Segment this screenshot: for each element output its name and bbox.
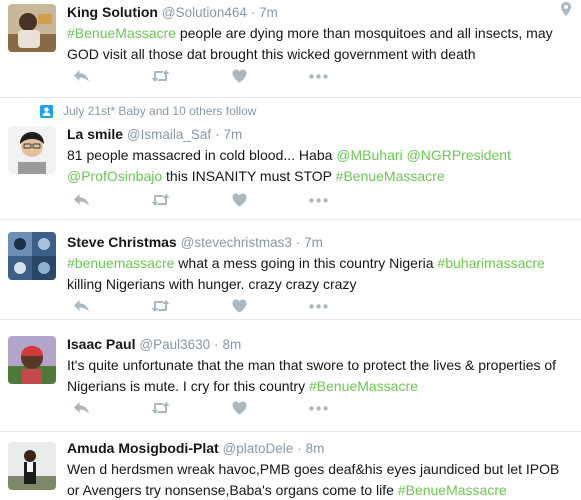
separator-dot: · <box>215 127 220 142</box>
separator-dot: · <box>295 235 301 250</box>
separator-dot: · <box>214 337 219 352</box>
retweet-icon <box>151 70 169 82</box>
more-dots-icon <box>308 197 328 203</box>
tweet[interactable]: Isaac Paul @Paul3630 · 8m It's quite unf… <box>0 320 581 432</box>
user-handle[interactable]: @Solution464 <box>162 5 247 20</box>
tweet[interactable]: King Solution @Solution464 · 7m #BenueMa… <box>0 0 581 98</box>
reply-icon <box>73 194 89 206</box>
display-name[interactable]: King Solution <box>67 4 158 20</box>
retweet-button[interactable] <box>146 296 174 316</box>
avatar[interactable] <box>8 4 56 52</box>
tweet[interactable]: July 21st* Baby and 10 others follow La … <box>0 98 581 220</box>
display-name[interactable]: Isaac Paul <box>67 336 136 352</box>
timestamp[interactable]: 8m <box>306 441 325 456</box>
user-handle[interactable]: @Paul3630 <box>139 337 210 352</box>
more-button[interactable] <box>304 190 332 210</box>
heart-icon <box>232 69 246 83</box>
separator-dot: · <box>297 441 302 456</box>
timestamp[interactable]: 8m <box>222 337 241 352</box>
tweet-text: #BenueMassacre people are dying more tha… <box>67 23 571 65</box>
avatar[interactable] <box>8 126 56 174</box>
retweet-button[interactable] <box>146 66 174 86</box>
tweet-actions <box>67 190 332 210</box>
tweet-text-segment: 81 people massacred in cold blood... Hab… <box>67 147 337 163</box>
reply-icon <box>73 402 89 414</box>
tweet-header: Isaac Paul @Paul3630 · 8m <box>67 334 571 354</box>
heart-icon <box>232 299 246 313</box>
reply-button[interactable] <box>67 398 95 418</box>
like-button[interactable] <box>225 296 253 316</box>
user-handle[interactable]: @Ismaila_Saf <box>127 127 211 142</box>
hashtag-link[interactable]: #BenueMassacre <box>398 482 507 498</box>
tweet-actions <box>67 66 332 86</box>
follow-context[interactable]: July 21st* Baby and 10 others follow <box>40 104 256 118</box>
tweet-header: Steve Christmas @stevechristmas3 · 7m <box>67 232 571 252</box>
tweet-text: Wen d herdsmen wreak havoc,PMB goes deaf… <box>67 459 571 500</box>
avatar[interactable] <box>8 232 56 280</box>
display-name[interactable]: Amuda Mosigbodi-Plat <box>67 440 219 456</box>
display-name[interactable]: Steve Christmas <box>67 234 177 250</box>
tweet-header: La smile @Ismaila_Saf · 7m <box>67 124 571 144</box>
reply-button[interactable] <box>67 296 95 316</box>
follow-context-text: July 21st* Baby and 10 others follow <box>63 104 257 118</box>
more-dots-icon <box>308 303 328 309</box>
tweet-header: King Solution @Solution464 · 7m <box>67 2 571 22</box>
tweet-text-segment: killing Nigerians with hunger. crazy cra… <box>67 276 357 292</box>
avatar[interactable] <box>8 442 56 490</box>
user-handle[interactable]: @stevechristmas3 <box>181 235 292 250</box>
tweet[interactable]: Steve Christmas @stevechristmas3 · 7m #b… <box>0 220 581 320</box>
hashtag-link[interactable]: #benuemassacre <box>67 255 174 271</box>
hashtag-link[interactable]: #BenueMassacre <box>309 378 418 394</box>
tweet-text-segment: this INSANITY must STOP <box>162 168 336 184</box>
like-button[interactable] <box>225 398 253 418</box>
display-name[interactable]: La smile <box>67 126 123 142</box>
timestamp[interactable]: 7m <box>259 5 278 20</box>
more-dots-icon <box>308 405 328 411</box>
more-button[interactable] <box>304 296 332 316</box>
tweet-text: 81 people massacred in cold blood... Hab… <box>67 145 571 187</box>
separator-dot: · <box>250 5 256 20</box>
mention-link[interactable]: @ProfOsinbajo <box>67 168 162 184</box>
avatar[interactable] <box>8 336 56 384</box>
hashtag-link[interactable]: #BenueMassacre <box>67 25 176 41</box>
retweet-icon <box>151 300 169 312</box>
retweet-button[interactable] <box>146 398 174 418</box>
hashtag-link[interactable]: #BenueMassacre <box>336 168 445 184</box>
heart-icon <box>232 401 246 415</box>
hashtag-link[interactable]: #buharimassacre <box>437 255 544 271</box>
tweet-text: #benuemassacre what a mess going in this… <box>67 253 571 295</box>
tweet-header: Amuda Mosigbodi-Plat @platoDele · 8m <box>67 438 571 458</box>
timestamp[interactable]: 7m <box>223 127 242 142</box>
mention-link[interactable]: @MBuhari <box>336 147 402 163</box>
reply-button[interactable] <box>67 66 95 86</box>
tweet[interactable]: Amuda Mosigbodi-Plat @platoDele · 8m Wen… <box>0 432 581 500</box>
tweet-actions <box>67 296 332 316</box>
like-button[interactable] <box>225 66 253 86</box>
retweet-button[interactable] <box>146 190 174 210</box>
more-dots-icon <box>308 73 328 79</box>
mention-link[interactable]: @NGRPresident <box>407 147 511 163</box>
like-button[interactable] <box>225 190 253 210</box>
tweet-text: It's quite unfortunate that the man that… <box>67 355 571 397</box>
retweet-icon <box>151 194 169 206</box>
timeline-feed: King Solution @Solution464 · 7m #BenueMa… <box>0 0 581 500</box>
reply-button[interactable] <box>67 190 95 210</box>
reply-icon <box>73 300 89 312</box>
retweet-icon <box>151 402 169 414</box>
reply-icon <box>73 70 89 82</box>
more-button[interactable] <box>304 398 332 418</box>
timestamp[interactable]: 7m <box>304 235 323 250</box>
follow-context-icon <box>40 104 53 118</box>
tweet-text-segment: what a mess going in this country Nigeri… <box>174 255 438 271</box>
tweet-actions <box>67 398 332 418</box>
more-button[interactable] <box>304 66 332 86</box>
user-handle[interactable]: @platoDele <box>223 441 294 456</box>
heart-icon <box>232 193 246 207</box>
